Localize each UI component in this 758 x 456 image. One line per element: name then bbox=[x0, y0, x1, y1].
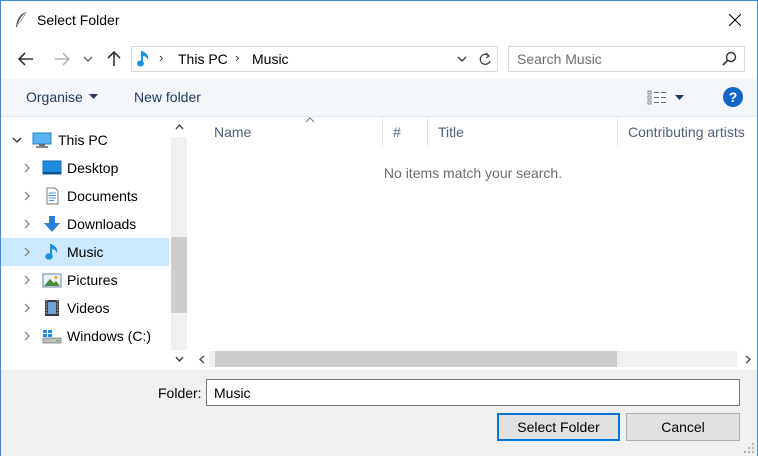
up-button[interactable] bbox=[103, 48, 125, 70]
feather-icon bbox=[16, 11, 27, 27]
address-bar[interactable]: › This PC › Music bbox=[131, 46, 498, 72]
change-view-button[interactable] bbox=[647, 87, 693, 109]
search-icon bbox=[722, 51, 737, 66]
chevron-right-icon[interactable] bbox=[22, 245, 32, 259]
new-folder-button[interactable]: New folder bbox=[134, 89, 201, 105]
navigation-pane: This PC Desktop Documents Downloads Musi… bbox=[1, 117, 189, 370]
breadcrumb-music[interactable]: Music bbox=[252, 51, 289, 67]
refresh-button[interactable] bbox=[473, 47, 497, 71]
chevron-right-icon[interactable] bbox=[22, 301, 32, 315]
folder-name-field[interactable] bbox=[206, 379, 740, 406]
pictures-icon bbox=[42, 273, 62, 288]
chevron-right-icon[interactable] bbox=[22, 161, 32, 175]
chevron-down-icon bbox=[457, 56, 467, 62]
close-icon bbox=[729, 14, 741, 26]
nav-item-desktop[interactable]: Desktop bbox=[1, 154, 169, 182]
nav-label: Music bbox=[67, 244, 104, 260]
chevron-down-icon[interactable] bbox=[12, 133, 22, 147]
nav-item-videos[interactable]: Videos bbox=[1, 294, 169, 322]
folder-label: Folder: bbox=[158, 385, 202, 401]
downloads-icon bbox=[44, 216, 60, 232]
chevron-right-icon[interactable] bbox=[22, 217, 32, 231]
column-header-title[interactable]: Title bbox=[427, 117, 617, 147]
nav-item-windows-c[interactable]: Windows (C:) bbox=[1, 322, 169, 350]
documents-icon bbox=[46, 187, 59, 205]
breadcrumb-separator[interactable]: › bbox=[159, 50, 163, 65]
scrollbar-thumb[interactable] bbox=[171, 237, 187, 313]
details-view-icon bbox=[647, 90, 666, 105]
chevron-down-icon bbox=[83, 56, 93, 62]
scroll-right-button[interactable] bbox=[741, 352, 755, 366]
file-list: Name # Title Contributing artists No ite… bbox=[189, 117, 757, 370]
refresh-icon bbox=[479, 52, 491, 65]
caret-down-icon bbox=[675, 95, 684, 100]
back-button[interactable] bbox=[15, 48, 37, 70]
caret-down-icon bbox=[88, 94, 98, 99]
title-bar: Select Folder bbox=[1, 1, 757, 39]
music-icon bbox=[137, 51, 149, 67]
column-header-contributing-artists[interactable]: Contributing artists bbox=[617, 117, 757, 147]
breadcrumb-separator[interactable]: › bbox=[235, 50, 239, 65]
up-arrow-icon bbox=[107, 51, 121, 66]
videos-icon bbox=[45, 300, 59, 316]
nav-label: Pictures bbox=[67, 272, 118, 288]
close-button[interactable] bbox=[713, 1, 757, 39]
nav-vertical-scrollbar[interactable] bbox=[169, 117, 189, 370]
scrollbar-thumb[interactable] bbox=[215, 351, 617, 367]
command-bar: Organise New folder ? bbox=[1, 79, 757, 117]
empty-list-message: No items match your search. bbox=[383, 165, 563, 181]
dialog-footer: Folder: Select Folder Cancel bbox=[1, 370, 757, 456]
drive-icon bbox=[42, 330, 62, 344]
column-header-number[interactable]: # bbox=[382, 117, 422, 147]
organise-label: Organise bbox=[26, 89, 83, 105]
nav-label: Windows (C:) bbox=[67, 328, 152, 344]
column-header-name[interactable]: Name bbox=[204, 117, 382, 147]
column-label: Name bbox=[214, 124, 252, 140]
computer-icon bbox=[32, 132, 52, 148]
chevron-up-icon bbox=[174, 124, 184, 130]
desktop-icon bbox=[42, 160, 62, 175]
column-header-row: Name # Title Contributing artists bbox=[189, 117, 757, 147]
scroll-left-button[interactable] bbox=[195, 352, 209, 366]
file-list-horizontal-scrollbar[interactable] bbox=[189, 349, 757, 370]
scroll-down-button[interactable] bbox=[172, 352, 186, 366]
organise-menu-button[interactable]: Organise bbox=[26, 89, 98, 105]
select-folder-button[interactable]: Select Folder bbox=[497, 413, 620, 441]
nav-label: This PC bbox=[58, 132, 108, 148]
nav-item-documents[interactable]: Documents bbox=[1, 182, 169, 210]
search-input[interactable] bbox=[517, 50, 717, 68]
select-folder-dialog: Select Folder › This PC › Music Search M… bbox=[0, 0, 758, 456]
chevron-down-icon bbox=[174, 356, 184, 362]
nav-item-pictures[interactable]: Pictures bbox=[1, 266, 169, 294]
recent-locations-button[interactable] bbox=[79, 48, 97, 70]
resize-grip-icon[interactable] bbox=[743, 442, 755, 454]
nav-label: Videos bbox=[67, 300, 110, 316]
cancel-button[interactable]: Cancel bbox=[626, 413, 740, 441]
sort-ascending-icon bbox=[305, 117, 315, 123]
nav-label: Documents bbox=[67, 188, 138, 204]
nav-item-downloads[interactable]: Downloads bbox=[1, 210, 169, 238]
nav-item-this-pc[interactable]: This PC bbox=[1, 126, 169, 154]
nav-label: Desktop bbox=[67, 160, 119, 176]
chevron-left-icon bbox=[199, 354, 205, 364]
back-arrow-icon bbox=[18, 52, 33, 66]
chevron-right-icon[interactable] bbox=[22, 189, 32, 203]
address-row: › This PC › Music bbox=[1, 39, 757, 79]
breadcrumb-this-pc[interactable]: This PC bbox=[178, 51, 228, 67]
chevron-right-icon[interactable] bbox=[22, 329, 32, 343]
music-icon bbox=[45, 244, 58, 260]
window-title: Select Folder bbox=[37, 12, 120, 28]
search-box[interactable] bbox=[508, 46, 745, 72]
nav-item-music[interactable]: Music bbox=[1, 238, 169, 266]
chevron-right-icon[interactable] bbox=[22, 273, 32, 287]
chevron-right-icon bbox=[745, 354, 751, 364]
help-button[interactable]: ? bbox=[723, 87, 743, 107]
nav-label: Downloads bbox=[67, 216, 137, 232]
scroll-up-button[interactable] bbox=[172, 120, 186, 134]
forward-arrow-icon bbox=[55, 52, 70, 66]
forward-button[interactable] bbox=[51, 48, 73, 70]
address-dropdown-button[interactable] bbox=[451, 47, 473, 71]
